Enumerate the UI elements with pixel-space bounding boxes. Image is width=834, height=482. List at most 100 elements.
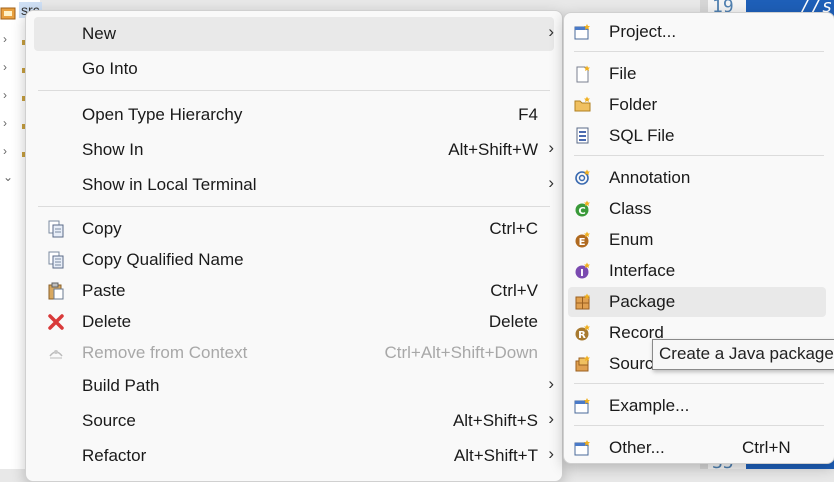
menu-item-label: Show in Local Terminal <box>82 175 257 194</box>
enum-icon: E <box>574 231 592 249</box>
submenu-item-file[interactable]: File <box>568 59 826 89</box>
svg-text:R: R <box>578 330 586 341</box>
menu-item-paste[interactable]: Paste Ctrl+V <box>34 274 554 308</box>
copy-icon <box>47 220 65 238</box>
submenu-item-class[interactable]: C Class <box>568 194 826 224</box>
example-icon <box>574 397 592 415</box>
submenu-item-example[interactable]: Example... <box>568 391 826 421</box>
svg-text:E: E <box>579 237 586 248</box>
source-folder-icon <box>574 355 592 373</box>
paste-icon <box>47 282 65 300</box>
submenu-item-project[interactable]: Project... <box>568 17 826 47</box>
menu-item-new[interactable]: New › <box>34 17 554 51</box>
menu-item-label: Build Path <box>82 376 160 395</box>
submenu-item-label: Example... <box>609 396 690 415</box>
menu-item-shortcut: Ctrl+V <box>490 281 538 300</box>
menu-separator <box>574 51 824 52</box>
submenu-item-shortcut: Ctrl+N <box>742 438 791 457</box>
submenu-item-label: Annotation <box>609 168 691 187</box>
package-folder-icon <box>0 6 16 20</box>
menu-item-label: Go Into <box>82 59 138 78</box>
submenu-item-label: Project... <box>609 22 677 41</box>
menu-item-label: Remove from Context <box>82 343 248 362</box>
submenu-arrow-icon: › <box>548 444 554 463</box>
menu-item-show-in[interactable]: Show In Alt+Shift+W › <box>34 133 554 167</box>
copy-qualified-name-icon <box>47 251 65 269</box>
context-menu: New › Go Into Open Type Hierarchy F4 Sho… <box>25 10 563 482</box>
tooltip: Create a Java package <box>652 339 834 370</box>
menu-item-label: Show In <box>82 140 144 159</box>
menu-separator <box>574 155 824 156</box>
submenu-item-label: Folder <box>609 95 658 114</box>
submenu-item-annotation[interactable]: Annotation <box>568 163 826 193</box>
chevron-right-icon[interactable]: › <box>3 60 7 74</box>
submenu-arrow-icon: › <box>548 138 554 157</box>
submenu-item-label: File <box>609 64 637 83</box>
submenu-item-label: Enum <box>609 230 654 249</box>
submenu-arrow-icon: › <box>548 374 554 393</box>
menu-separator <box>574 425 824 426</box>
menu-separator <box>38 206 550 207</box>
menu-item-shortcut: Ctrl+Alt+Shift+Down <box>384 343 538 362</box>
other-icon <box>574 439 592 457</box>
menu-item-label: Copy <box>82 219 122 238</box>
submenu-arrow-icon: › <box>548 22 554 41</box>
interface-icon: I <box>574 262 592 280</box>
menu-item-label: Paste <box>82 281 126 300</box>
menu-item-copy-qualified-name[interactable]: Copy Qualified Name <box>34 243 554 277</box>
menu-item-label: Delete <box>82 312 132 331</box>
menu-item-shortcut: Ctrl+C <box>489 219 538 238</box>
submenu-item-enum[interactable]: E Enum <box>568 225 826 255</box>
svg-text:I: I <box>580 268 584 279</box>
chevron-right-icon[interactable]: › <box>3 144 7 158</box>
chevron-right-icon[interactable]: › <box>3 116 7 130</box>
menu-item-refactor[interactable]: Refactor Alt+Shift+T › <box>34 439 554 473</box>
chevron-right-icon[interactable]: › <box>3 88 7 102</box>
menu-item-label: New <box>82 24 117 43</box>
remove-context-icon <box>47 344 65 362</box>
delete-icon <box>47 313 65 331</box>
submenu-item-label: SQL File <box>609 126 675 145</box>
submenu-item-label: Package <box>609 292 676 311</box>
package-icon <box>574 293 592 311</box>
submenu-item-label: Other... <box>609 438 665 457</box>
submenu-item-other[interactable]: Other... Ctrl+N <box>568 433 826 463</box>
chevron-down-icon[interactable]: ⌄ <box>3 170 13 184</box>
menu-item-remove-from-context[interactable]: Remove from Context Ctrl+Alt+Shift+Down <box>34 336 554 370</box>
submenu-item-folder[interactable]: Folder <box>568 90 826 120</box>
menu-item-go-into[interactable]: Go Into <box>34 52 554 86</box>
submenu-item-label: Class <box>609 199 652 218</box>
menu-item-shortcut: Alt+Shift+W <box>448 140 538 159</box>
submenu-item-label: Interface <box>609 261 676 280</box>
menu-item-label: Refactor <box>82 446 147 465</box>
submenu-item-interface[interactable]: I Interface <box>568 256 826 286</box>
submenu-item-package[interactable]: Package <box>568 287 826 317</box>
menu-item-build-path[interactable]: Build Path › <box>34 369 554 403</box>
menu-item-label: Open Type Hierarchy <box>82 105 243 124</box>
sql-file-icon <box>574 127 592 145</box>
menu-separator <box>574 383 824 384</box>
menu-item-shortcut: F4 <box>518 105 538 124</box>
new-submenu: Project... File Folder SQL File Annotati… <box>563 12 834 464</box>
menu-separator <box>38 90 550 91</box>
project-icon <box>574 23 592 41</box>
svg-text:C: C <box>578 206 585 217</box>
menu-item-shortcut: Alt+Shift+S <box>452 411 538 430</box>
folder-icon <box>574 96 592 114</box>
menu-item-shortcut: Alt+Shift+T <box>453 446 538 465</box>
submenu-arrow-icon: › <box>548 409 554 428</box>
file-icon <box>574 65 592 83</box>
annotation-icon <box>574 169 592 187</box>
submenu-item-sql-file[interactable]: SQL File <box>568 121 826 151</box>
chevron-right-icon[interactable]: › <box>3 32 7 46</box>
menu-item-source[interactable]: Source Alt+Shift+S › <box>34 404 554 438</box>
menu-item-delete[interactable]: Delete Delete <box>34 305 554 339</box>
record-icon: R <box>574 324 592 342</box>
menu-item-label: Copy Qualified Name <box>82 250 244 269</box>
submenu-arrow-icon: › <box>548 173 554 192</box>
class-icon: C <box>574 200 592 218</box>
menu-item-open-type-hierarchy[interactable]: Open Type Hierarchy F4 <box>34 98 554 132</box>
menu-item-copy[interactable]: Copy Ctrl+C <box>34 212 554 246</box>
menu-item-show-in-local-terminal[interactable]: Show in Local Terminal › <box>34 168 554 202</box>
menu-item-label: Source <box>82 411 136 430</box>
